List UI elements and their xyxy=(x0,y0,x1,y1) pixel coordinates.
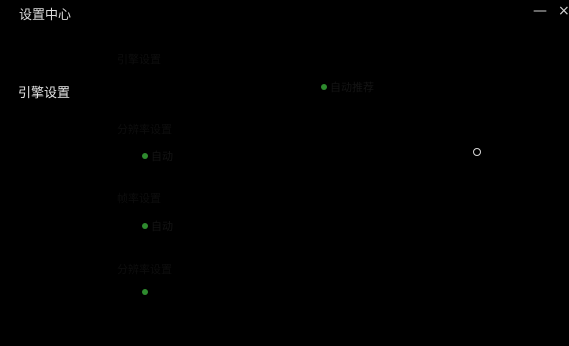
section-label-engine: 引擎设置 xyxy=(117,53,161,66)
section-label-resolution: 分辨率设置 xyxy=(117,123,172,136)
radio-selected-icon xyxy=(321,84,327,90)
section4-option-1[interactable] xyxy=(142,289,151,295)
radio-unselected-icon xyxy=(473,148,481,156)
radio-selected-icon xyxy=(142,153,148,159)
resolution-option-6[interactable] xyxy=(473,148,483,156)
window-title: 设置中心 xyxy=(19,8,72,23)
section-label-framerate: 帧率设置 xyxy=(117,192,161,205)
resolution-option-auto[interactable]: 自动 xyxy=(142,148,173,164)
engine-option-auto[interactable]: 自动推荐 xyxy=(321,79,374,95)
settings-window: 设置中心 — × 引擎设置 引擎设置 自动推荐 分辨率设置 自动 帧率设置 自动 xyxy=(0,0,569,346)
close-icon[interactable]: × xyxy=(558,2,569,20)
option-label: 自动 xyxy=(151,220,173,233)
option-label: 自动推荐 xyxy=(330,81,374,94)
minimize-icon[interactable]: — xyxy=(533,2,547,20)
option-label: 自动 xyxy=(151,150,173,163)
radio-selected-icon xyxy=(142,223,148,229)
section-label-4: 分辨率设置 xyxy=(117,263,172,276)
framerate-option-auto[interactable]: 自动 xyxy=(142,218,173,234)
radio-selected-icon xyxy=(142,289,148,295)
sidebar-item-engine-settings[interactable]: 引擎设置 xyxy=(18,82,70,101)
